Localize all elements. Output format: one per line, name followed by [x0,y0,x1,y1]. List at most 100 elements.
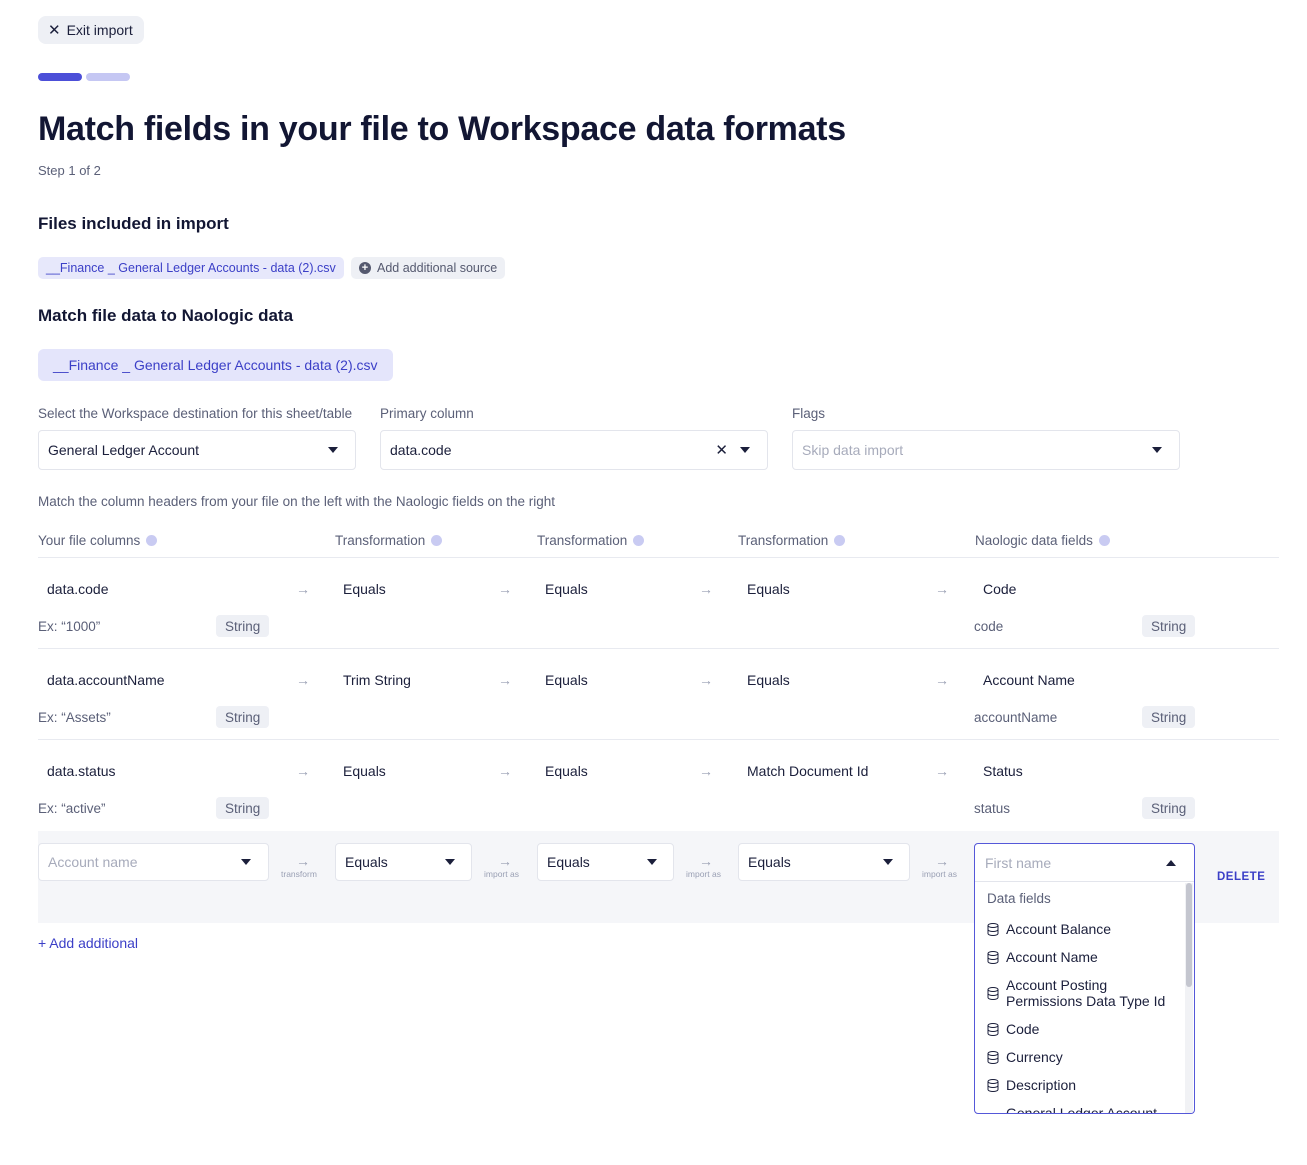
info-icon[interactable] [633,535,645,546]
arrow-right-icon: → [296,581,310,597]
files-heading: Files included in import [38,214,229,233]
row-example: Ex: “active” [38,801,106,816]
col-transformation-1: Transformation [335,533,443,548]
row-field-key: accountName [974,710,1058,725]
info-icon[interactable] [834,535,846,546]
option-label: Account Name [1006,949,1098,965]
plus-circle-icon: + [359,262,371,274]
info-icon[interactable] [146,535,158,546]
row-transformation-2[interactable]: Equals [545,581,588,597]
data-field-placeholder: First name [985,854,1052,871]
dropdown-option[interactable]: Description [975,1071,1194,1099]
add-source-button[interactable]: + Add additional source [351,257,506,279]
file-column-placeholder: Account name [48,854,138,870]
info-icon[interactable] [1098,535,1110,546]
type-badge: String [1142,615,1196,637]
database-icon [987,922,999,936]
exit-import-button[interactable]: ✕ Exit import [38,16,144,44]
flags-select[interactable]: Skip data import [792,430,1180,470]
progress-step-2 [86,73,130,81]
type-badge: String [1142,797,1196,819]
dropdown-option[interactable]: Code [975,1015,1194,1043]
transformation-1-value: Equals [345,854,388,870]
arrow-right-icon: → [296,672,310,688]
dropdown-option[interactable]: Currency [975,1043,1194,1071]
progress-indicator [38,73,130,81]
divider [38,648,1279,649]
dropdown-scrollbar[interactable] [1185,883,1193,1113]
delete-row-button[interactable]: DELETE [1217,871,1265,883]
row-file-column: data.status [47,763,116,779]
transformation-2-select[interactable]: Equals [537,843,674,881]
option-label: General Ledger Account [1006,1105,1157,1114]
transformation-3-value: Equals [748,854,791,870]
data-field-select[interactable]: First name [975,844,1194,882]
arrow-right-icon: → [699,763,713,779]
arrow-caption: transform [281,869,317,879]
row-example: Ex: “1000” [38,619,101,634]
exit-import-label: Exit import [66,22,133,38]
row-transformation-3[interactable]: Equals [747,581,790,597]
match-heading: Match file data to Naologic data [38,306,294,325]
row-transformation-2[interactable]: Equals [545,672,588,688]
primary-column-label: Primary column [380,406,474,421]
row-transformation-3[interactable]: Match Document Id [747,763,868,779]
clear-icon[interactable]: ✕ [715,443,728,458]
arrow-right-icon: → [699,672,713,688]
primary-column-select[interactable]: data.code ✕ [380,430,768,470]
row-transformation-1[interactable]: Trim String [343,672,411,688]
close-icon: ✕ [48,21,61,39]
row-field-key: code [974,619,1004,634]
row-transformation-1[interactable]: Equals [343,581,386,597]
row-file-column: data.code [47,581,109,597]
option-label: Description [1006,1077,1077,1093]
step-indicator: Step 1 of 2 [38,163,101,178]
row-file-column: data.accountName [47,672,165,688]
dropdown-option[interactable]: Account Name [975,943,1194,971]
transformation-2-value: Equals [547,854,590,870]
data-field-dropdown[interactable]: First name Data fields Account Balance A… [974,843,1195,1114]
type-badge: String [1142,706,1196,728]
row-transformation-1[interactable]: Equals [343,763,386,779]
match-hint: Match the column headers from your file … [38,494,556,509]
arrow-caption: import as [686,869,721,879]
arrow-right-icon: → [498,853,512,869]
file-column-select[interactable]: Account name [38,843,269,881]
add-additional-button[interactable]: + Add additional [38,935,138,951]
destination-select[interactable]: General Ledger Account [38,430,356,470]
caret-down-icon [883,859,893,865]
database-icon [987,1078,999,1092]
type-badge: String [216,615,270,637]
row-transformation-2[interactable]: Equals [545,763,588,779]
arrow-right-icon: → [935,763,949,779]
option-label: Account Posting Permissions Data Type Id [1006,977,1166,1009]
transformation-1-select[interactable]: Equals [335,843,472,881]
file-chip[interactable]: __Finance _ General Ledger Accounts - da… [38,257,344,279]
caret-down-icon [328,447,338,453]
row-data-field[interactable]: Status [983,763,1023,779]
database-icon [987,950,999,964]
arrow-right-icon: → [498,672,512,688]
row-transformation-3[interactable]: Equals [747,672,790,688]
row-data-field[interactable]: Account Name [983,672,1075,688]
arrow-right-icon: → [498,581,512,597]
tab-active-file[interactable]: __Finance _ General Ledger Accounts - da… [38,349,393,381]
destination-label: Select the Workspace destination for thi… [38,406,353,421]
arrow-right-icon: → [935,581,949,597]
dropdown-option[interactable]: Account Posting Permissions Data Type Id [975,971,1194,1015]
dropdown-option[interactable]: Account Balance [975,915,1194,943]
arrow-right-icon: → [699,853,713,869]
arrow-right-icon: → [296,763,310,779]
caret-down-icon [445,859,455,865]
type-badge: String [216,706,270,728]
row-data-field[interactable]: Code [983,581,1016,597]
transformation-3-select[interactable]: Equals [738,843,910,881]
caret-down-icon [241,859,251,865]
scrollbar-thumb[interactable] [1186,883,1192,987]
caret-down-icon [647,859,657,865]
info-icon[interactable] [431,535,443,546]
dropdown-option[interactable]: General Ledger Account [975,1099,1194,1114]
caret-down-icon [740,447,750,453]
type-badge: String [216,797,270,819]
progress-step-1 [38,73,82,81]
